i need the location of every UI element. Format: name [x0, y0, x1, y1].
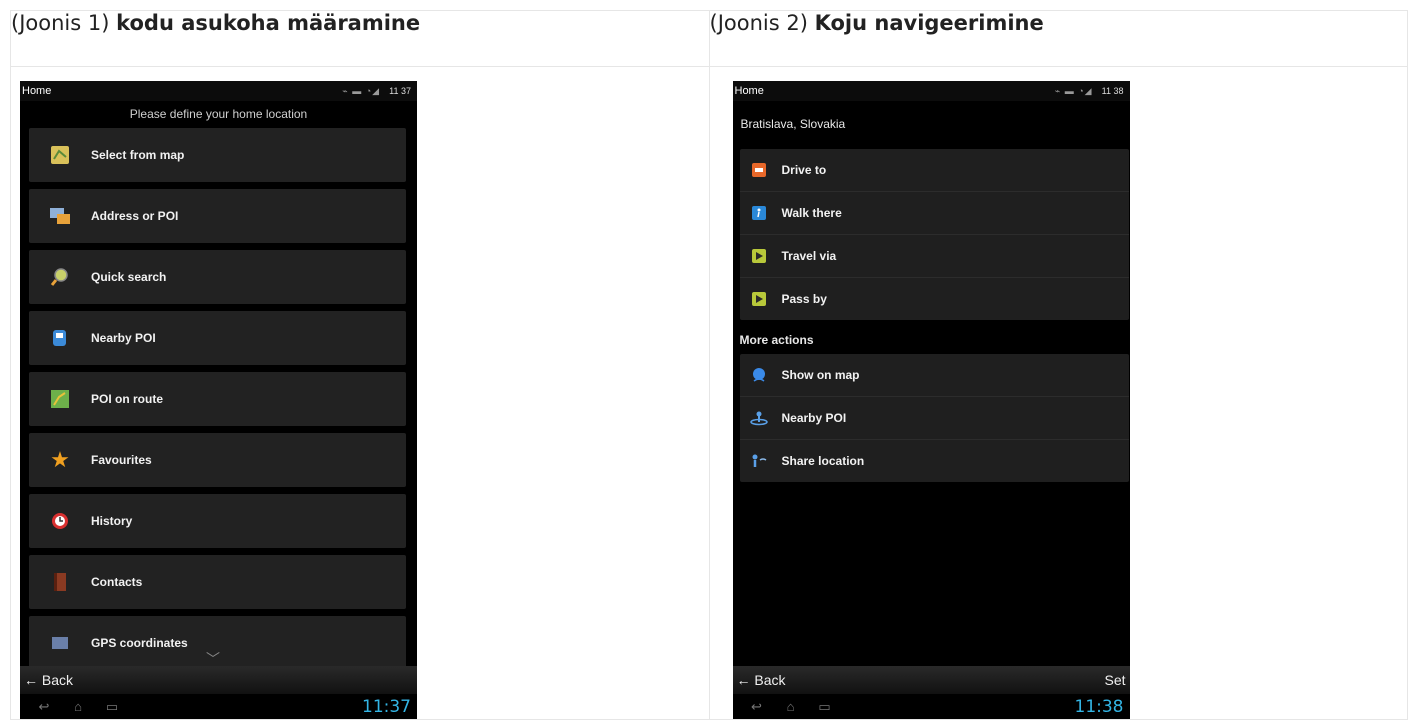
menu-item-label: Select from map: [91, 148, 185, 162]
figure1-phone-screenshot: Home ⌁ ▬ ◔◢ 11 37 Please define your hom…: [20, 81, 417, 719]
nav-back-icon[interactable]: ↩: [747, 699, 767, 715]
primary-actions-group: Drive to Walk there Travel via Pass by: [739, 149, 1129, 320]
figure1-caption-title: kodu asukoha määramine: [116, 11, 421, 35]
back-button[interactable]: ← Back: [737, 672, 786, 688]
menu-item-poi-on-route[interactable]: POI on route: [29, 372, 406, 426]
more-actions-group: Show on map Nearby POI Share location: [739, 354, 1129, 482]
screen-title: Home: [734, 85, 764, 97]
nav-home-icon[interactable]: ⌂: [781, 699, 801, 714]
clock-icon: [49, 510, 71, 532]
menu-item-quick-search[interactable]: Quick search: [29, 250, 406, 304]
screen-title: Home: [22, 85, 52, 97]
nav-recents-icon[interactable]: ▭: [102, 699, 122, 715]
menu-item-address-or-poi[interactable]: Address or POI: [29, 189, 406, 243]
share-icon: [750, 452, 768, 470]
action-label: Travel via: [781, 249, 837, 263]
figure2-phone-screenshot: Home ⌁ ▬ ◔◢ 11 38 Bratislava, Slovakia D…: [732, 81, 1130, 719]
android-nav-bar: ↩ ⌂ ▭ 11:38: [732, 694, 1130, 719]
map-icon: [49, 144, 71, 166]
route-icon: [49, 388, 71, 410]
fuel-pump-icon: [49, 327, 71, 349]
status-bar: Home ⌁ ▬ ◔◢ 11 37: [20, 81, 417, 101]
location-name: Bratislava, Slovakia: [740, 117, 846, 131]
action-label: Walk there: [781, 206, 842, 220]
nav-back-icon[interactable]: ↩: [34, 699, 54, 715]
menu-item-label: Contacts: [91, 575, 143, 589]
menu-item-label: Quick search: [91, 270, 167, 284]
magnifier-icon: [49, 266, 71, 288]
action-drive-to[interactable]: Drive to: [739, 149, 1129, 192]
action-label: Nearby POI: [781, 411, 847, 425]
action-label: Show on map: [781, 368, 860, 382]
figure1-cell: Home ⌁ ▬ ◔◢ 11 37 Please define your hom…: [10, 66, 710, 720]
nav-recents-icon[interactable]: ▭: [815, 699, 835, 715]
more-actions-heading: More actions: [739, 333, 814, 347]
via-arrow-icon: [750, 247, 768, 265]
bottom-action-bar: ← Back: [20, 666, 417, 694]
action-label: Share location: [781, 454, 865, 468]
menu-item-select-from-map[interactable]: Select from map: [29, 128, 406, 182]
gps-icon: [49, 632, 71, 654]
menu-item-favourites[interactable]: ★ Favourites: [29, 433, 406, 487]
action-label: Drive to: [781, 163, 827, 177]
status-bar: Home ⌁ ▬ ◔◢ 11 38: [732, 81, 1130, 101]
action-show-on-map[interactable]: Show on map: [739, 354, 1129, 397]
figure1-caption-prefix: (Joonis 1): [11, 11, 110, 35]
action-walk-there[interactable]: Walk there: [739, 192, 1129, 235]
action-travel-via[interactable]: Travel via: [739, 235, 1129, 278]
figures-table: (Joonis 1) kodu asukoha määramine (Jooni…: [10, 10, 1408, 720]
back-button[interactable]: ← Back: [24, 672, 73, 688]
menu-item-contacts[interactable]: Contacts: [29, 555, 406, 609]
menu-item-label: Address or POI: [91, 209, 179, 223]
menu-item-label: GPS coordinates: [91, 636, 188, 650]
pass-arrow-icon: [750, 290, 768, 308]
android-nav-bar: ↩ ⌂ ▭ 11:37: [20, 694, 417, 719]
menu-item-label: History: [91, 514, 133, 528]
status-time: 11 37: [389, 86, 411, 96]
signal-indicators: ⌁ ▬ ◔◢: [1054, 86, 1093, 96]
map-pin-icon: [750, 366, 768, 384]
action-label: Pass by: [781, 292, 827, 306]
figure1-caption: (Joonis 1) kodu asukoha määramine: [10, 10, 710, 67]
address-icon: [49, 205, 71, 227]
action-pass-by[interactable]: Pass by: [740, 278, 1129, 320]
star-icon: ★: [50, 447, 70, 472]
action-share-location[interactable]: Share location: [740, 440, 1129, 482]
nearby-poi-icon: [749, 409, 768, 427]
menu-item-label: POI on route: [91, 392, 163, 406]
system-clock: 11:37: [362, 696, 411, 717]
action-nearby-poi[interactable]: Nearby POI: [739, 397, 1129, 440]
walk-icon: [750, 204, 768, 222]
nav-home-icon[interactable]: ⌂: [68, 699, 88, 714]
figure2-caption-prefix: (Joonis 2): [709, 11, 808, 35]
bottom-action-bar: ← Back Set: [732, 666, 1130, 694]
figure2-caption: (Joonis 2) Koju navigeerimine: [708, 10, 1408, 67]
signal-indicators: ⌁ ▬ ◔◢: [342, 86, 381, 96]
figure2-cell: Home ⌁ ▬ ◔◢ 11 38 Bratislava, Slovakia D…: [708, 66, 1408, 720]
menu-item-nearby-poi[interactable]: Nearby POI: [29, 311, 406, 365]
status-time: 11 38: [1101, 86, 1124, 96]
system-clock: 11:38: [1074, 696, 1124, 717]
figure2-caption-title: Koju navigeerimine: [814, 11, 1044, 35]
car-icon: [750, 161, 768, 179]
contacts-book-icon: [49, 571, 71, 593]
set-button[interactable]: Set: [1104, 672, 1125, 688]
menu-item-history[interactable]: History: [29, 494, 406, 548]
menu-item-label: Nearby POI: [91, 331, 156, 345]
home-location-prompt: Please define your home location: [129, 107, 308, 121]
menu-item-label: Favourites: [91, 453, 152, 467]
